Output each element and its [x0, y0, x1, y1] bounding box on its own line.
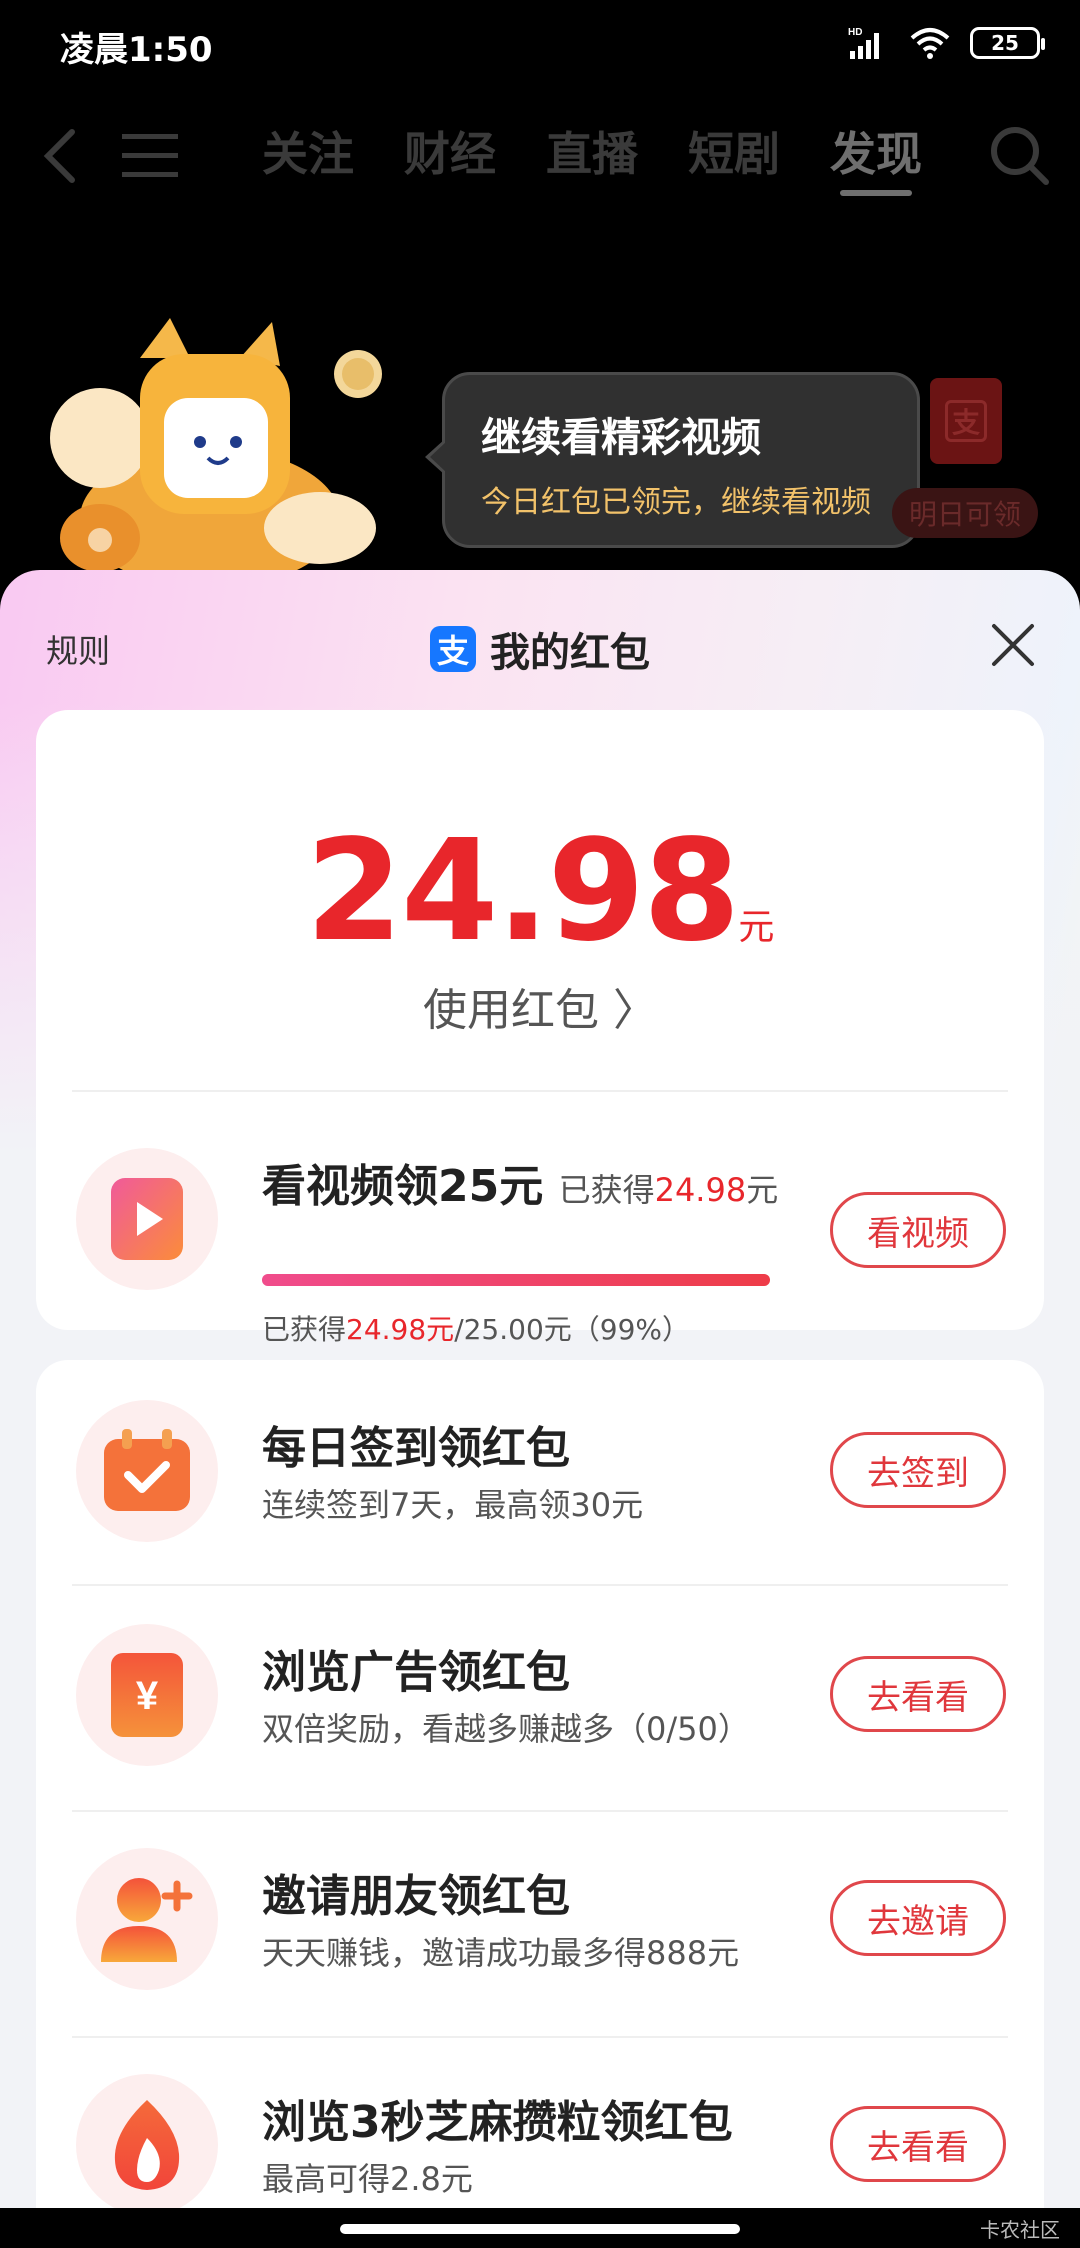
video-task-title-text: 看视频领25元 — [262, 1161, 544, 1212]
wifi-icon — [910, 28, 950, 59]
play-video-icon — [111, 1178, 183, 1260]
tab-short-drama[interactable]: 短剧 — [688, 122, 780, 186]
browse-ads-button[interactable]: 去看看 — [830, 1656, 1006, 1732]
home-indicator[interactable] — [340, 2224, 740, 2234]
menu-icon[interactable] — [122, 130, 178, 180]
task-title: 浏览广告领红包 — [262, 1647, 570, 1698]
task-subtitle: 天天赚钱，邀请成功最多得888元 — [262, 1934, 740, 1972]
tab-follow[interactable]: 关注 — [262, 122, 354, 186]
flame-icon — [114, 2100, 180, 2190]
sheet-title-text: 我的红包 — [490, 630, 650, 676]
tooltip-bubble: 继续看精彩视频 今日红包已领完，继续看视频 — [425, 372, 920, 548]
task-icon-wrap — [76, 2074, 218, 2210]
task-daily-checkin: 每日签到领红包 连续签到7天，最高领30元 去签到 — [36, 1360, 1044, 1584]
video-task-earned-unit: 元 — [746, 1171, 779, 1209]
task-sesame-browse: 浏览3秒芝麻攒粒领红包 最高可得2.8元 去看看 — [36, 2038, 1044, 2210]
divider — [72, 1090, 1008, 1092]
nav-tabs: 关注 财经 直播 短剧 发现 — [262, 122, 922, 196]
sheet-header: 规则 支 我的红包 — [0, 570, 1080, 720]
envelope-logo: 支 — [945, 400, 987, 442]
video-task-row: 看视频领25元 已获得24.98元 已获得24.98元/25.00元（99%） … — [36, 1120, 1044, 1346]
rules-link[interactable]: 规则 — [46, 626, 110, 672]
red-packet-sheet: 规则 支 我的红包 24.98元 使用红包 〉 看视频领25元 已获得24.98… — [0, 570, 1080, 2210]
signal-icon: HD — [848, 27, 879, 59]
task-icon-wrap — [76, 1400, 218, 1542]
video-progress-bar — [262, 1274, 770, 1286]
close-icon[interactable] — [988, 620, 1038, 670]
task-invite-friends: 邀请朋友领红包 天天赚钱，邀请成功最多得888元 去邀请 — [36, 1812, 1044, 2036]
tooltip-subtitle: 今日红包已领完，继续看视频 — [481, 485, 871, 520]
watermark: 卡农社区 — [980, 2218, 1060, 2242]
task-title: 每日签到领红包 — [262, 1423, 570, 1474]
tomorrow-available-label: 明日可领 — [892, 488, 1038, 538]
task-icon-wrap — [76, 1848, 218, 1990]
amount-value: 24.98 — [305, 810, 741, 973]
task-icon-wrap: ¥ — [76, 1624, 218, 1766]
progress-rest: /25.00元（99%） — [454, 1313, 691, 1346]
use-red-packet-link[interactable]: 使用红包 〉 — [36, 974, 1044, 1038]
svg-text:HD: HD — [848, 27, 862, 38]
status-bar: 凌晨1:50 HD 25 — [0, 0, 1080, 92]
task-title: 浏览3秒芝麻攒粒领红包 — [262, 2097, 733, 2148]
svg-text:¥: ¥ — [136, 1674, 159, 1718]
add-friend-icon — [101, 1878, 193, 1962]
sheet-title: 支 我的红包 — [430, 620, 650, 678]
progress-prefix: 已获得 — [262, 1313, 347, 1346]
balance-card: 24.98元 使用红包 〉 看视频领25元 已获得24.98元 已获得24.98… — [36, 710, 1044, 1346]
alipay-logo-icon: 支 — [430, 626, 476, 672]
tab-finance[interactable]: 财经 — [404, 122, 496, 186]
tasks-card: 每日签到领红包 连续签到7天，最高领30元 去签到 ¥ 浏览广告领红包 双倍奖励… — [36, 1360, 1044, 2210]
bottom-bar: 卡农社区 — [0, 2208, 1080, 2248]
tooltip-title: 继续看精彩视频 — [481, 415, 761, 461]
video-task-earned-prefix: 已获得 — [558, 1171, 655, 1209]
video-task-earned-value: 24.98 — [654, 1171, 747, 1209]
red-envelope-icon[interactable]: 支 — [930, 378, 1002, 464]
task-subtitle: 最高可得2.8元 — [262, 2160, 473, 2198]
invite-button[interactable]: 去邀请 — [830, 1880, 1006, 1956]
back-icon[interactable] — [36, 128, 86, 184]
tab-discover[interactable]: 发现 — [830, 122, 922, 196]
amount-display: 24.98元 — [36, 810, 1044, 973]
video-task-icon-wrap — [76, 1148, 218, 1290]
task-subtitle: 连续签到7天，最高领30元 — [262, 1486, 644, 1524]
status-icons: HD 25 — [846, 22, 1045, 64]
tab-live[interactable]: 直播 — [546, 122, 638, 186]
progress-value: 24.98元 — [346, 1313, 455, 1346]
amount-unit: 元 — [738, 907, 775, 948]
sesame-browse-button[interactable]: 去看看 — [830, 2106, 1006, 2182]
status-time: 凌晨1:50 — [60, 30, 213, 70]
video-task-title: 看视频领25元 已获得24.98元 — [262, 1150, 778, 1214]
task-title: 邀请朋友领红包 — [262, 1871, 570, 1922]
top-nav: 关注 财经 直播 短剧 发现 — [0, 100, 1080, 210]
task-subtitle: 双倍奖励，看越多赚越多（0/50） — [262, 1710, 750, 1748]
checkin-button[interactable]: 去签到 — [830, 1432, 1006, 1508]
calendar-check-icon — [104, 1429, 190, 1511]
task-browse-ads: ¥ 浏览广告领红包 双倍奖励，看越多赚越多（0/50） 去看看 — [36, 1586, 1044, 1810]
watch-video-button[interactable]: 看视频 — [830, 1192, 1006, 1268]
video-progress-text: 已获得24.98元/25.00元（99%） — [262, 1308, 690, 1348]
yuan-coupon-icon: ¥ — [111, 1653, 183, 1737]
video-progress-fill — [262, 1274, 770, 1286]
battery-indicator: 25 — [970, 27, 1045, 59]
cat-mascot-image — [50, 318, 382, 578]
search-icon[interactable] — [988, 124, 1050, 186]
